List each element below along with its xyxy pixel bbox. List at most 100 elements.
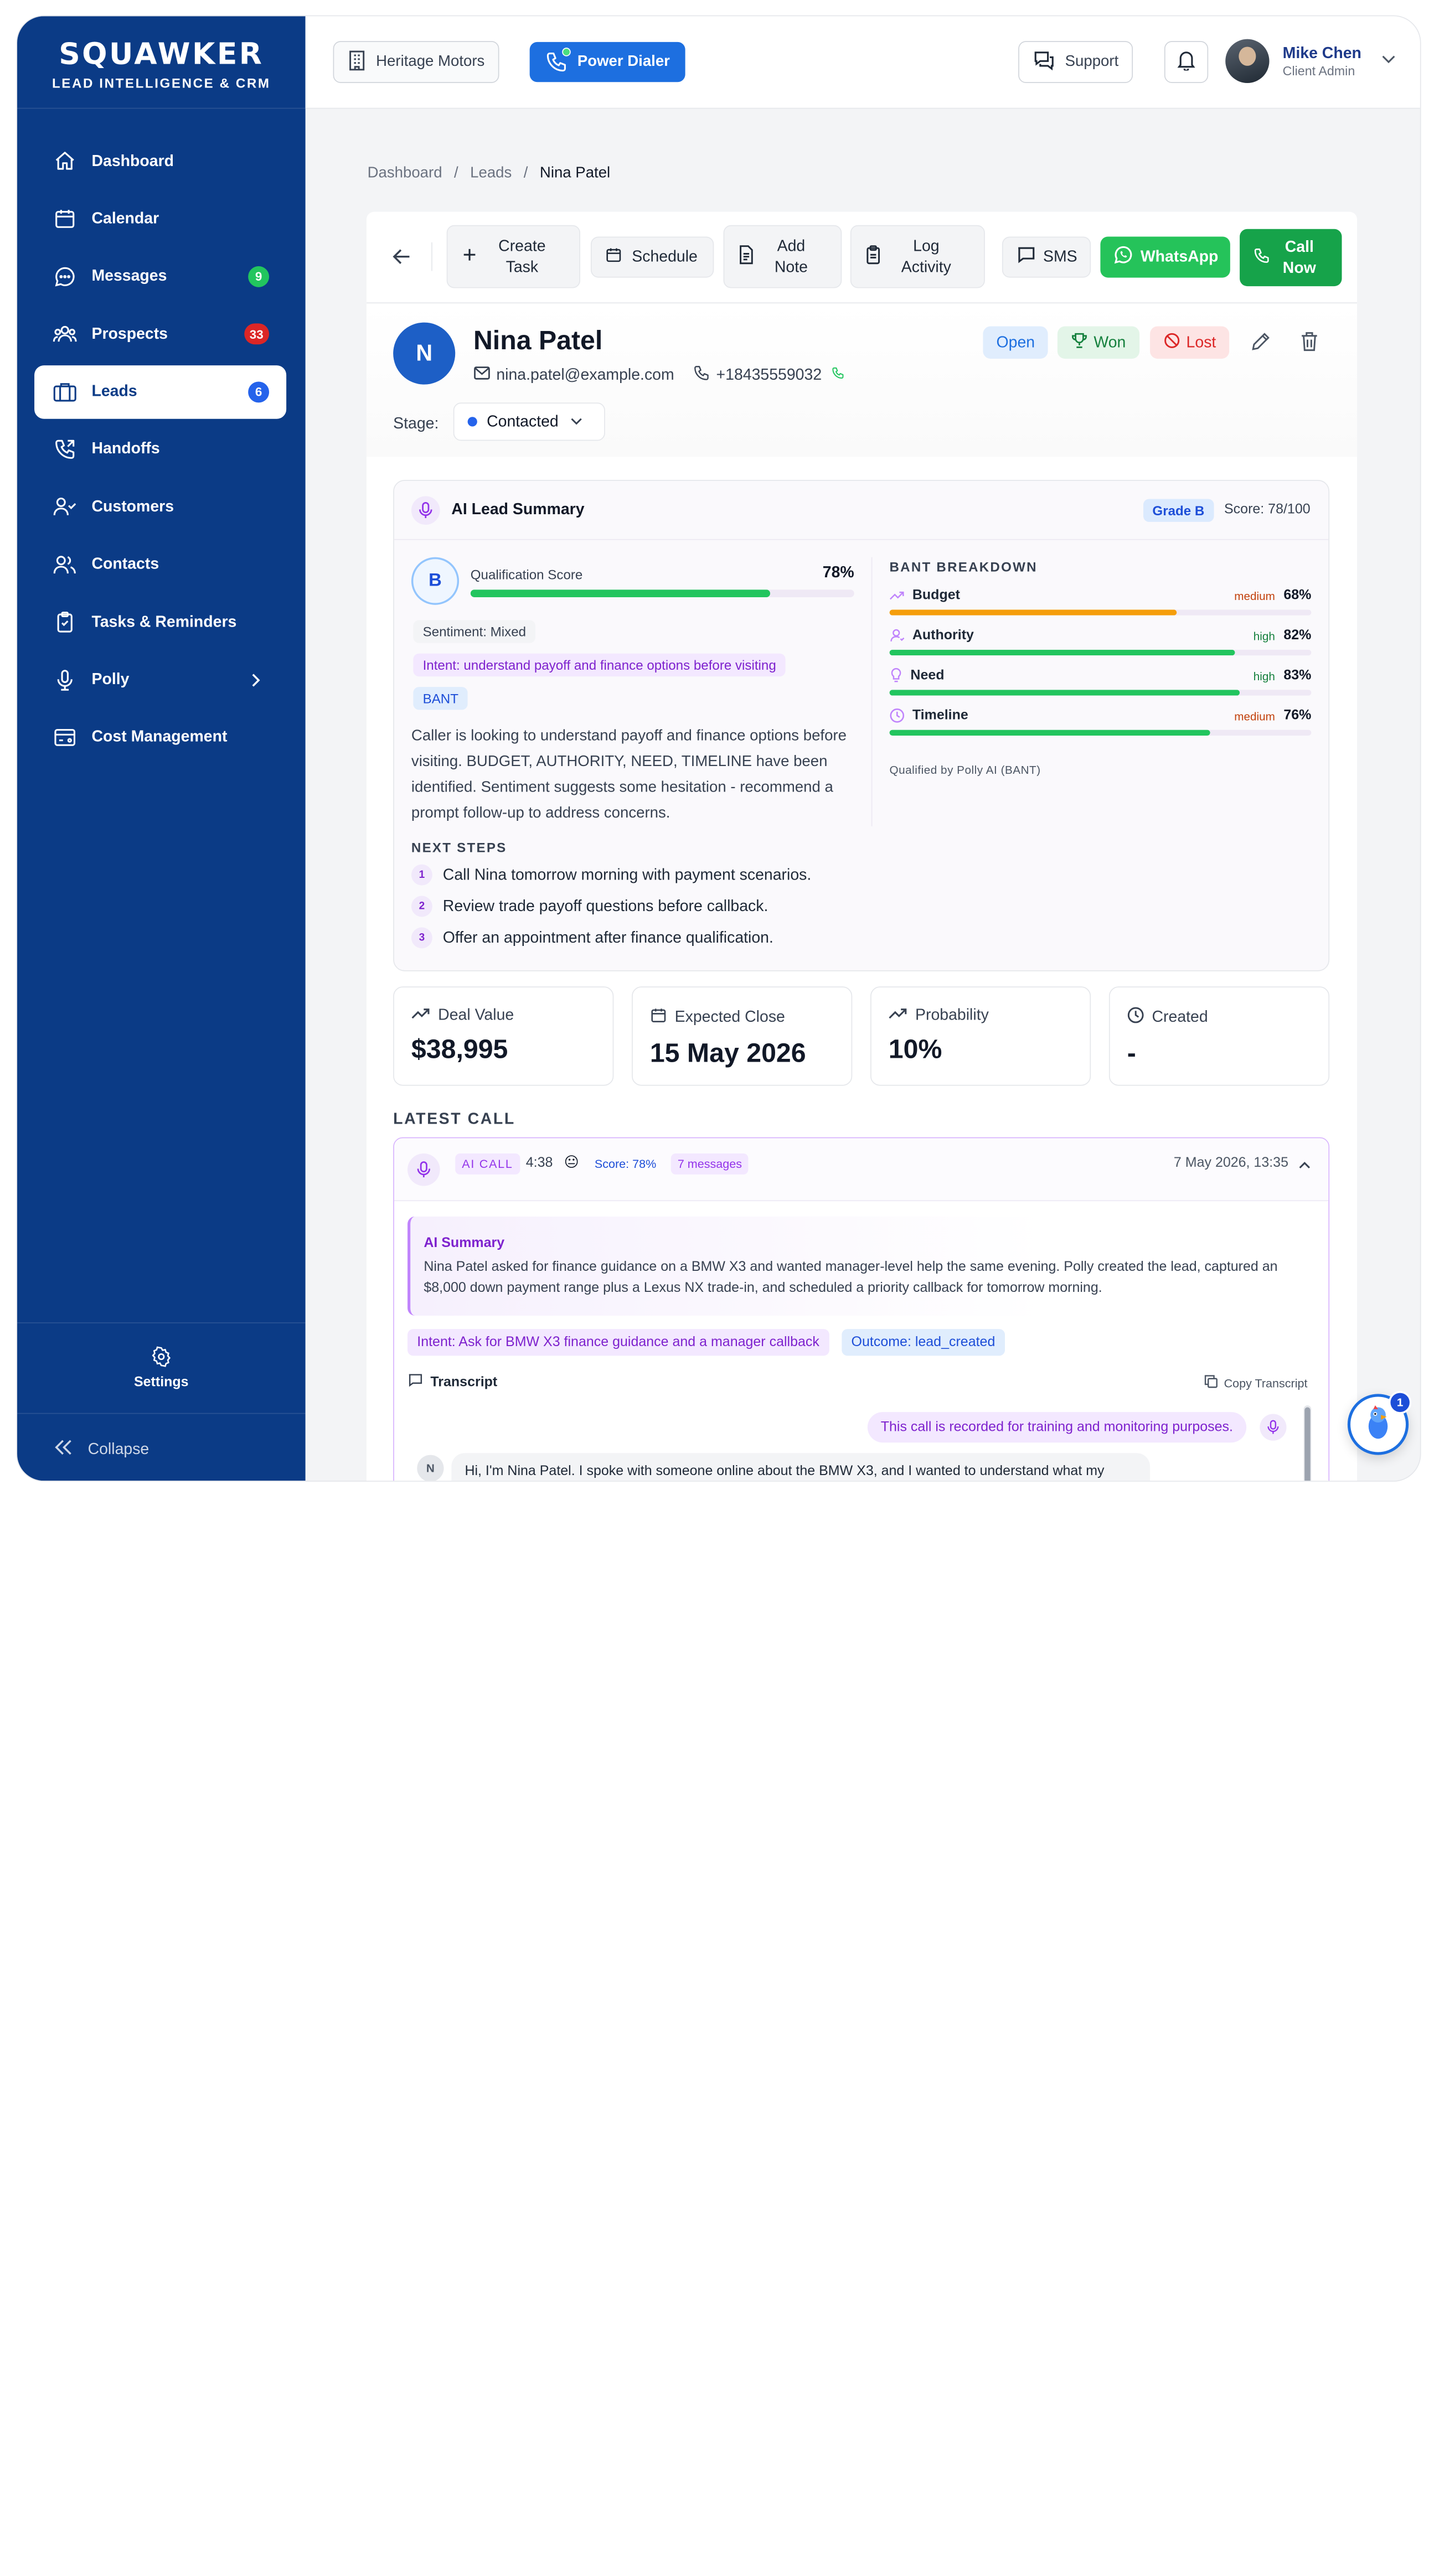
stage-select[interactable]: Contacted: [453, 402, 605, 441]
sidebar-item-label: Messages: [91, 267, 167, 285]
phone-forward-icon: [51, 436, 78, 463]
user-menu[interactable]: Mike Chen Client Admin: [1225, 39, 1396, 83]
sidebar-item-prospects[interactable]: Prospects 33: [34, 307, 286, 361]
sidebar-item-tasks-reminders[interactable]: Tasks & Reminders: [34, 596, 286, 649]
add-note-button[interactable]: Add Note: [723, 225, 842, 288]
message-square-icon: [407, 1373, 423, 1391]
status-won-button[interactable]: Won: [1057, 326, 1139, 359]
breadcrumb-leads[interactable]: Leads: [470, 165, 512, 181]
sms-button[interactable]: SMS: [1002, 236, 1091, 278]
schedule-label: Schedule: [632, 248, 698, 266]
ai-summary-title: AI Lead Summary: [451, 500, 585, 518]
document-icon: [737, 245, 755, 268]
whatsapp-icon: [1114, 245, 1133, 269]
sidebar-item-leads[interactable]: Leads 6: [34, 365, 287, 418]
transcript-scrollbar[interactable]: [1303, 1405, 1312, 1481]
sidebar-item-customers[interactable]: Customers: [34, 480, 286, 534]
bant-title: BANT BREAKDOWN: [889, 559, 1038, 575]
chevron-down-icon: [570, 413, 583, 431]
call-ai-summary: AI Summary Nina Patel asked for finance …: [407, 1216, 1316, 1316]
phone-icon: [545, 48, 571, 73]
sidebar-item-cost-management[interactable]: Cost Management: [34, 711, 286, 764]
phone-icon: [1253, 247, 1270, 269]
trend-up-icon: [889, 1007, 907, 1025]
delete-button[interactable]: [1300, 331, 1319, 357]
call-ai-summary-text: Nina Patel asked for finance guidance on…: [424, 1259, 1278, 1296]
whatsapp-label: WhatsApp: [1140, 248, 1219, 266]
next-step-item: 1 Call Nina tomorrow morning with payment…: [411, 864, 854, 886]
whatsapp-button[interactable]: WhatsApp: [1100, 236, 1230, 278]
chevron-up-icon[interactable]: [1298, 1157, 1311, 1175]
call-now-button[interactable]: Call Now: [1240, 229, 1342, 287]
log-activity-button[interactable]: Log Activity: [850, 225, 985, 288]
bant-bar-fill: [889, 690, 1240, 696]
qualification-column: B Qualification Score 78% Sentiment: Mix…: [411, 557, 854, 959]
call-phone-icon[interactable]: [831, 366, 844, 385]
topbar: Heritage Motors Power Dialer Support Mik…: [305, 16, 1420, 109]
latest-call-title: LATEST CALL: [393, 1110, 515, 1128]
power-dialer-button[interactable]: Power Dialer: [529, 42, 685, 82]
back-button[interactable]: [391, 246, 412, 272]
copy-icon: [1205, 1375, 1218, 1391]
create-task-label-1: Create: [498, 237, 546, 255]
call-duration: 4:38: [525, 1155, 553, 1171]
sidebar-item-handoffs[interactable]: Handoffs: [34, 423, 286, 477]
sidebar-item-messages[interactable]: Messages 9: [34, 250, 286, 303]
bant-level: high: [1253, 670, 1275, 684]
bant-pct: 83%: [1283, 668, 1312, 684]
status-open-button[interactable]: Open: [983, 326, 1049, 359]
prospects-count-badge: 33: [244, 323, 270, 345]
sidebar-item-label: Handoffs: [91, 440, 160, 458]
schedule-button[interactable]: Schedule: [590, 236, 714, 278]
call-ai-summary-title: AI Summary: [424, 1235, 505, 1251]
caller-avatar: N: [417, 1455, 444, 1481]
bant-bar-fill: [889, 730, 1210, 736]
dealership-selector[interactable]: Heritage Motors: [333, 41, 499, 83]
add-note-label-2: Note: [774, 258, 808, 276]
settings-button[interactable]: Settings: [17, 1322, 306, 1414]
step-number: 3: [411, 927, 432, 949]
pencil-icon: [1250, 333, 1271, 356]
sidebar-item-label: Leads: [91, 382, 137, 400]
sidebar-item-label: Calendar: [91, 210, 159, 227]
agent-message: This call is recorded for training and m…: [867, 1412, 1247, 1443]
sidebar-item-dashboard[interactable]: Dashboard: [34, 135, 286, 188]
breadcrumb-dashboard[interactable]: Dashboard: [368, 165, 442, 181]
copy-transcript-button[interactable]: Copy Transcript: [1205, 1375, 1307, 1391]
breadcrumb: Dashboard / Leads / Nina Patel: [367, 165, 611, 182]
users-icon: [51, 551, 78, 578]
plus-icon: [461, 246, 478, 268]
sidebar-item-polly[interactable]: Polly: [34, 653, 286, 707]
clock-icon: [889, 708, 905, 723]
sidebar-item-contacts[interactable]: Contacts: [34, 538, 286, 592]
edit-button[interactable]: [1250, 331, 1271, 357]
lead-phone[interactable]: +18435559032: [716, 366, 822, 385]
create-task-button[interactable]: Create Task: [446, 225, 581, 288]
bant-name: Authority: [912, 628, 974, 643]
metric-probability: Probability 10%: [870, 986, 1091, 1086]
sidebar-item-calendar[interactable]: Calendar: [34, 192, 286, 246]
next-step-item: 3 Offer an appointment after finance qual…: [411, 927, 854, 949]
call-intent-tag: Intent: Ask for BMW X3 finance guidance …: [407, 1329, 829, 1356]
notifications-button[interactable]: [1164, 41, 1209, 83]
parrot-icon: [1362, 1403, 1395, 1446]
call-header[interactable]: AI CALL 4:38 😐 Score: 78% 7 messages 7 M…: [394, 1138, 1329, 1202]
framework-tag: BANT: [413, 687, 468, 710]
qualification-bar: [470, 589, 854, 598]
status-lost-button[interactable]: Lost: [1150, 326, 1230, 359]
stage-value: Contacted: [487, 412, 559, 430]
support-button[interactable]: Support: [1018, 41, 1133, 83]
polly-assistant-button[interactable]: 1: [1347, 1391, 1412, 1455]
action-toolbar: Create Task Schedule Add Note Log Activity …: [366, 212, 1358, 304]
status-won-label: Won: [1093, 333, 1126, 351]
assistant-badge: 1: [1388, 1391, 1412, 1414]
bant-name: Budget: [912, 587, 960, 603]
collapse-button[interactable]: Collapse: [54, 1438, 149, 1462]
step-text: Offer an appointment after finance quali…: [442, 929, 773, 946]
next-steps-list: 1 Call Nina tomorrow morning with payment…: [411, 864, 854, 949]
metric-label: Expected Close: [674, 1008, 785, 1026]
ai-lead-summary: AI Lead Summary Grade B Score: 78/100 B …: [393, 480, 1330, 971]
messages-count-badge: 9: [248, 266, 270, 287]
calendar-icon: [650, 1007, 667, 1029]
lead-email[interactable]: nina.patel@example.com: [496, 366, 674, 385]
